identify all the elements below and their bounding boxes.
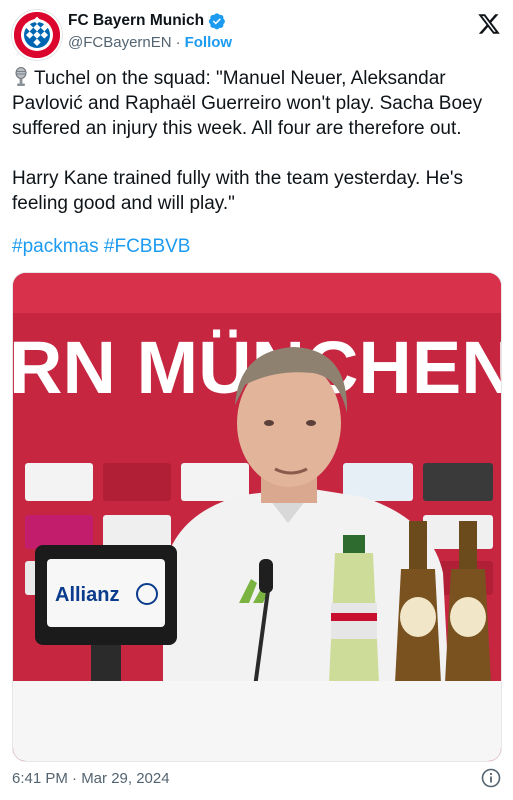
tweet-footer: 6:41 PM · Mar 29, 2024 [12, 768, 501, 788]
separator-dot: · [175, 34, 181, 51]
press-conference-photo: RN MÜNCHEN [13, 273, 501, 761]
tweet-paragraph-2: Harry Kane trained fully with the team y… [12, 168, 464, 214]
follow-button[interactable]: Follow [185, 34, 233, 51]
tweet-photo[interactable]: RN MÜNCHEN [12, 272, 502, 762]
tweet-body: Tuchel on the squad: "Manuel Neuer, Alek… [12, 66, 502, 216]
account-handle[interactable]: @FCBayernEN [68, 34, 172, 51]
hashtag-line: #packmas #FCBBVB [12, 236, 190, 258]
fc-bayern-avatar[interactable] [12, 10, 62, 60]
tweet-paragraph-1-text: Tuchel on the squad: "Manuel Neuer, Alek… [12, 68, 483, 139]
info-icon[interactable] [481, 768, 501, 788]
hashtag-packmas[interactable]: #packmas [12, 236, 99, 257]
account-name[interactable]: FC Bayern Munich [68, 12, 204, 30]
water-bottle [329, 535, 379, 683]
account-handle-line: @FCBayernEN · Follow [68, 34, 232, 51]
account-name-line: FC Bayern Munich [68, 12, 226, 30]
hashtag-fcbbvb[interactable]: #FCBBVB [104, 236, 191, 257]
verified-badge-icon [208, 13, 225, 30]
tweet-timestamp[interactable]: 6:41 PM · Mar 29, 2024 [12, 770, 170, 787]
x-logo-icon[interactable] [477, 12, 501, 36]
microphone-icon [15, 67, 27, 86]
tweet-header: FC Bayern Munich @FCBayernEN · Follow [12, 10, 501, 60]
allianz-sign-text: Allianz [55, 584, 119, 606]
tweet-paragraph-1: Tuchel on the squad: "Manuel Neuer, Alek… [12, 66, 502, 141]
fc-bayern-logo-icon [14, 12, 60, 58]
